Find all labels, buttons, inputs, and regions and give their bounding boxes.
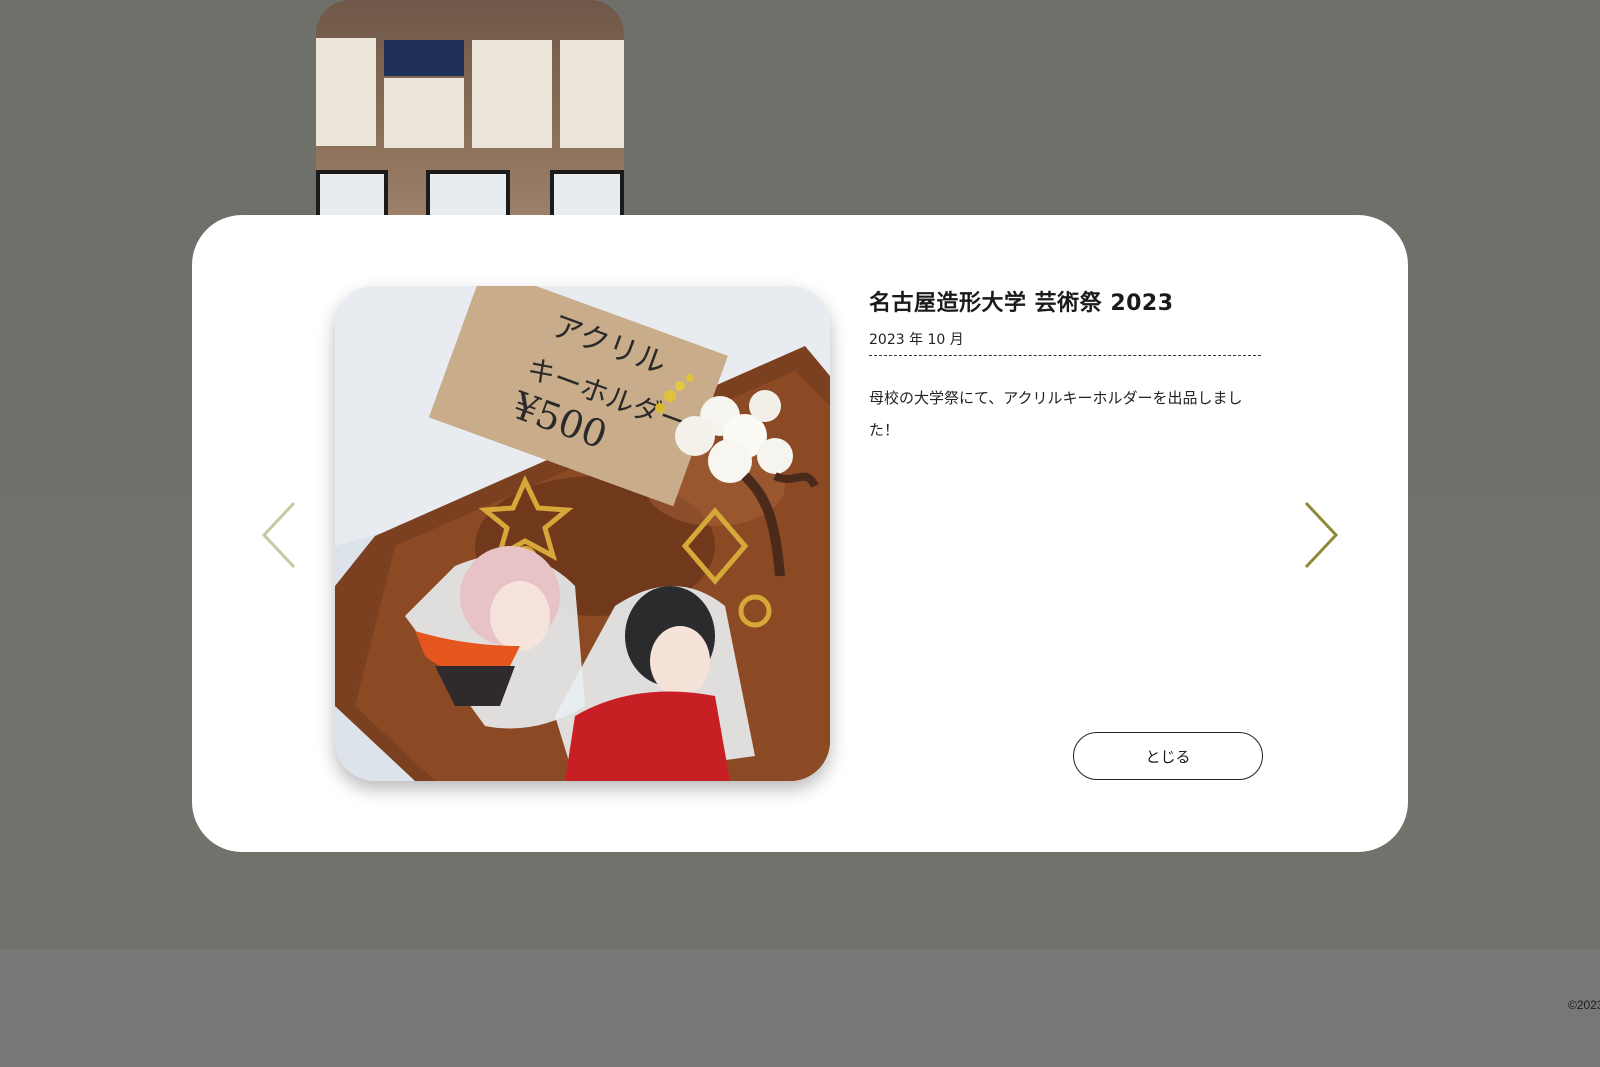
chevron-left-icon [261, 501, 296, 569]
work-description: 母校の大学祭にて、アクリルキーホルダーを出品しました！ [869, 389, 1243, 439]
close-button[interactable]: とじる [1073, 732, 1263, 780]
work-date: 2023 年 10 月 [869, 332, 964, 348]
previous-work-button[interactable] [260, 500, 300, 570]
page-footer-area [0, 949, 1600, 1067]
copyright-text: ©2023 [1568, 998, 1600, 1012]
next-work-button[interactable] [1300, 500, 1340, 570]
title-divider [869, 355, 1261, 356]
work-photo: アクリル キーホルダー ¥500 [335, 286, 830, 781]
work-title: 名古屋造形大学 芸術祭 2023 [869, 291, 1174, 316]
background-gallery-photo [316, 0, 624, 230]
chevron-right-icon [1304, 501, 1339, 569]
